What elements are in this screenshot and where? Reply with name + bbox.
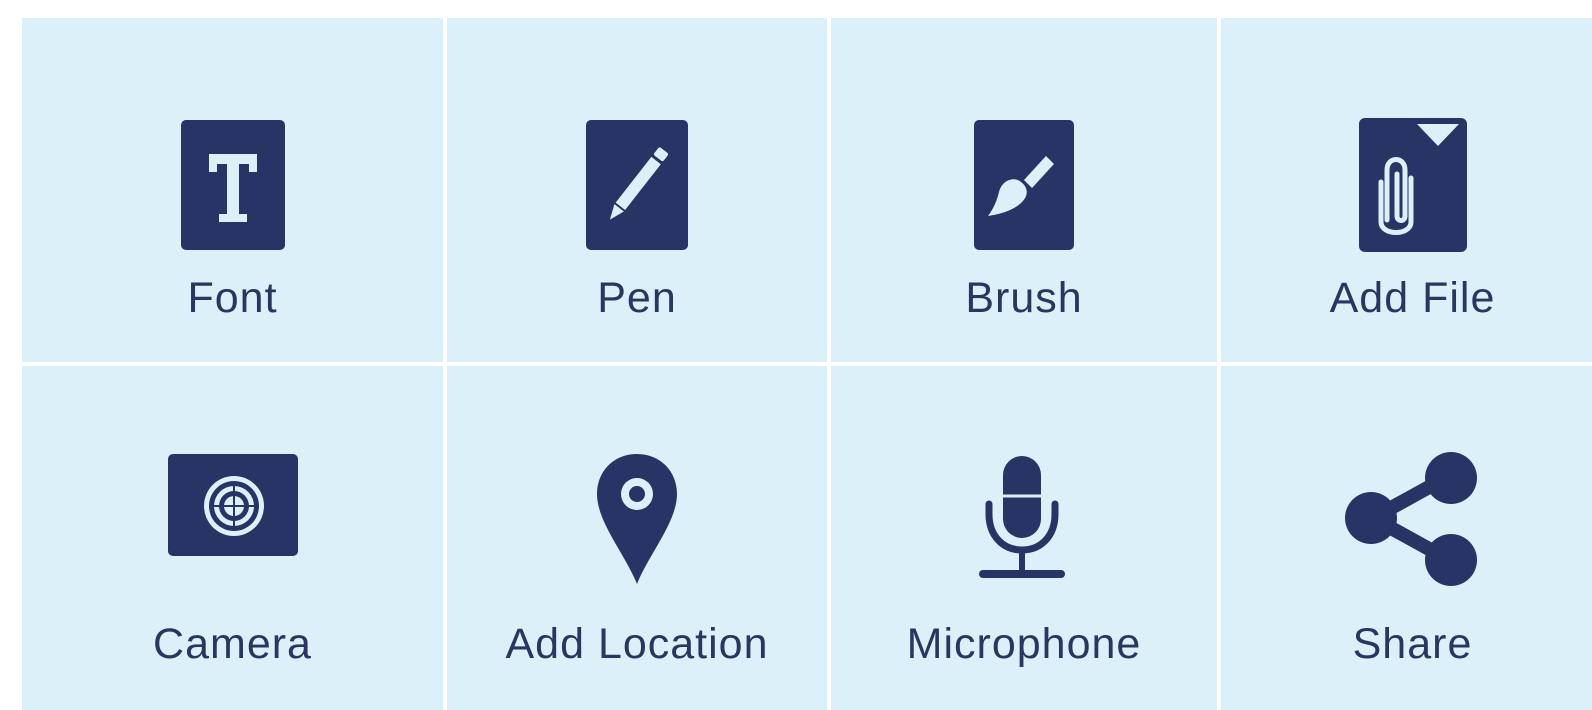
tile-label-font: Font bbox=[187, 274, 278, 322]
tile-label-add-location: Add Location bbox=[505, 620, 769, 668]
tile-label-microphone: Microphone bbox=[906, 620, 1142, 668]
tile-label-add-file: Add File bbox=[1329, 274, 1496, 322]
tile-label-camera: Camera bbox=[153, 620, 312, 668]
tile-microphone[interactable]: Microphone bbox=[831, 366, 1217, 710]
location-pin-icon bbox=[597, 454, 677, 584]
tile-label-share: Share bbox=[1352, 620, 1473, 668]
font-icon bbox=[180, 120, 285, 250]
tile-add-location[interactable]: Add Location bbox=[447, 366, 827, 710]
tool-grid: Font Pen Brush Add File Camera Add Locat… bbox=[22, 18, 1592, 710]
tile-label-brush: Brush bbox=[965, 274, 1083, 322]
add-file-icon bbox=[1358, 118, 1467, 252]
tile-share[interactable]: Share bbox=[1221, 366, 1592, 710]
microphone-icon bbox=[979, 456, 1065, 578]
pen-icon bbox=[586, 120, 688, 250]
tile-font[interactable]: Font bbox=[22, 18, 443, 362]
tile-label-pen: Pen bbox=[597, 274, 677, 322]
camera-icon bbox=[167, 454, 298, 556]
brush-icon bbox=[974, 120, 1074, 250]
tile-camera[interactable]: Camera bbox=[22, 366, 443, 710]
share-icon bbox=[1344, 452, 1477, 586]
tile-brush[interactable]: Brush bbox=[831, 18, 1217, 362]
tile-pen[interactable]: Pen bbox=[447, 18, 827, 362]
tile-add-file[interactable]: Add File bbox=[1221, 18, 1592, 362]
